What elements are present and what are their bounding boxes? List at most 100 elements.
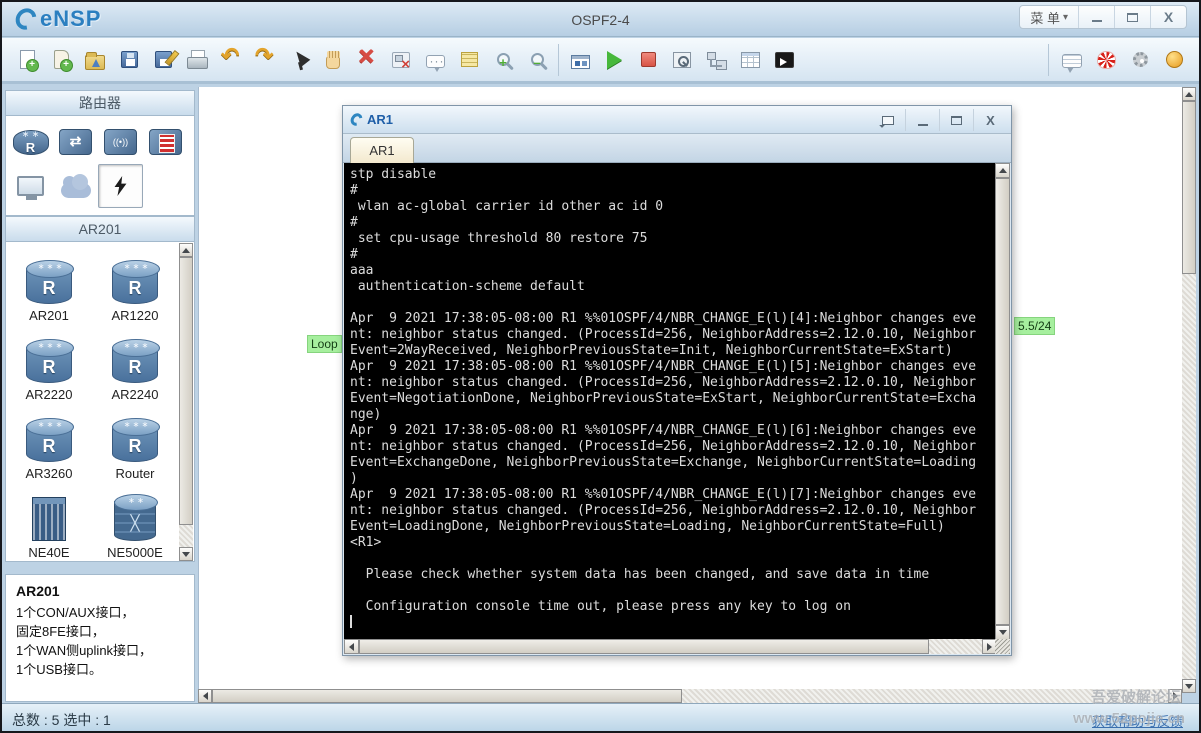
scroll-down-arrow[interactable] bbox=[1182, 679, 1196, 693]
stop-device-icon bbox=[640, 52, 656, 67]
menu-button[interactable]: 菜 单 ▾ bbox=[1020, 6, 1078, 28]
description-line: 1个CON/AUX接口， bbox=[16, 605, 135, 620]
console-line: nt: neighbor status changed. (ProcessId=… bbox=[350, 503, 977, 518]
security-icon bbox=[149, 129, 182, 155]
pan-hand-button[interactable] bbox=[316, 44, 350, 76]
console-line: <R1> bbox=[350, 535, 382, 550]
delete-link-button[interactable] bbox=[384, 44, 418, 76]
triangle-up-icon bbox=[1185, 91, 1193, 97]
text-note-button[interactable] bbox=[418, 44, 452, 76]
scroll-down-arrow[interactable] bbox=[995, 625, 1010, 640]
canvas-horizontal-scrollbar[interactable] bbox=[198, 689, 1182, 703]
category-switch-button[interactable] bbox=[53, 120, 98, 164]
device-label: AR201 bbox=[29, 308, 69, 323]
description-line: 固定8FE接口， bbox=[16, 624, 105, 639]
console-vertical-scrollbar[interactable] bbox=[995, 163, 1010, 640]
save-button[interactable] bbox=[112, 44, 146, 76]
close-button[interactable]: X bbox=[1150, 6, 1186, 28]
console-line: nt: neighbor status changed. (ProcessId=… bbox=[350, 439, 977, 454]
terminal-popout-button[interactable] bbox=[871, 109, 905, 131]
scroll-left-arrow[interactable] bbox=[344, 639, 359, 654]
scrollbar-thumb[interactable] bbox=[1182, 101, 1196, 274]
scrollbar-track bbox=[179, 525, 193, 547]
device-NE40E[interactable]: NE40E bbox=[6, 483, 92, 561]
packet-capture-button[interactable] bbox=[665, 44, 699, 76]
undo-button[interactable] bbox=[214, 43, 248, 76]
device-AR2220[interactable]: AR2220 bbox=[6, 325, 92, 404]
category-security-button[interactable] bbox=[143, 120, 188, 164]
console-line: stp disable bbox=[350, 167, 437, 182]
ensp-application-window: eNSP OSPF2-4 菜 单▾ X 路由器 AR201 bbox=[0, 0, 1201, 733]
terminal-close-button[interactable]: X bbox=[973, 109, 1007, 131]
terminal-minimize-button[interactable] bbox=[905, 109, 939, 131]
scrollbar-thumb[interactable] bbox=[995, 178, 1010, 625]
scrollbar-track bbox=[929, 639, 982, 654]
device-AR3260[interactable]: AR3260 bbox=[6, 404, 92, 483]
scroll-up-arrow[interactable] bbox=[1182, 87, 1196, 101]
scroll-right-arrow[interactable] bbox=[1168, 689, 1182, 703]
device-AR201[interactable]: AR201 bbox=[6, 246, 92, 325]
category-link-button[interactable] bbox=[98, 164, 143, 208]
cli-console-button[interactable] bbox=[767, 44, 801, 76]
scrollbar-thumb[interactable] bbox=[179, 257, 193, 525]
new-topology-button[interactable] bbox=[10, 44, 44, 76]
resize-grip[interactable] bbox=[995, 639, 1010, 654]
scroll-up-arrow[interactable] bbox=[179, 243, 193, 257]
print-button[interactable] bbox=[180, 44, 214, 76]
description-lines: 1个CON/AUX接口， 固定8FE接口， 1个WAN侧uplink接口， 1个USB… bbox=[16, 603, 184, 679]
zoom-in-button[interactable] bbox=[486, 44, 520, 76]
delete-button[interactable] bbox=[350, 41, 384, 76]
minimize-button[interactable] bbox=[1078, 6, 1114, 28]
new-test-paper-button[interactable] bbox=[44, 44, 78, 76]
device-list-scrollbar[interactable] bbox=[179, 243, 193, 561]
scroll-left-arrow[interactable] bbox=[198, 689, 212, 703]
category-terminal-button[interactable] bbox=[8, 164, 53, 208]
maximize-button[interactable] bbox=[1114, 6, 1150, 28]
router-device-icon bbox=[26, 339, 74, 383]
help-button[interactable] bbox=[1157, 44, 1191, 76]
device-NE5000E[interactable]: NE5000E bbox=[92, 483, 178, 561]
cloud-icon bbox=[60, 173, 91, 198]
canvas-vertical-scrollbar[interactable] bbox=[1182, 87, 1196, 693]
scroll-up-arrow[interactable] bbox=[995, 163, 1010, 178]
console-line: nge) bbox=[350, 407, 382, 422]
start-device-button[interactable] bbox=[597, 44, 631, 76]
select-pointer-button[interactable] bbox=[282, 44, 316, 76]
redo-icon bbox=[254, 43, 276, 71]
device-Router[interactable]: Router bbox=[92, 404, 178, 483]
redo-button[interactable] bbox=[248, 43, 282, 76]
terminal-maximize-button[interactable] bbox=[939, 109, 973, 131]
huawei-button[interactable] bbox=[1089, 44, 1123, 76]
settings-button[interactable] bbox=[1123, 44, 1157, 76]
forum-button[interactable] bbox=[1055, 44, 1089, 76]
console-output[interactable]: stp disable # wlan ac-global carrier id o… bbox=[344, 163, 997, 640]
device-AR1220[interactable]: AR1220 bbox=[92, 246, 178, 325]
console-horizontal-scrollbar[interactable] bbox=[344, 639, 997, 654]
description-box-button[interactable] bbox=[452, 44, 486, 76]
stop-device-button[interactable] bbox=[631, 44, 665, 76]
save-as-button[interactable] bbox=[146, 44, 180, 76]
category-router-button[interactable] bbox=[8, 120, 53, 164]
help-feedback-link[interactable]: 获取帮助与反馈 bbox=[1092, 711, 1183, 730]
category-wlan-button[interactable] bbox=[98, 120, 143, 164]
zoom-out-button[interactable] bbox=[520, 44, 554, 76]
scrollbar-thumb[interactable] bbox=[359, 639, 929, 654]
tab-ar1[interactable]: AR1 bbox=[350, 137, 414, 163]
device-AR2240[interactable]: AR2240 bbox=[92, 325, 178, 404]
console-line: Event=ExchangeDone, NeighborPreviousStat… bbox=[350, 455, 977, 470]
reset-zoom-button[interactable] bbox=[563, 44, 597, 76]
category-cloud-button[interactable] bbox=[53, 164, 98, 208]
terminal-titlebar[interactable]: AR1 X bbox=[343, 106, 1011, 134]
scrollbar-thumb[interactable] bbox=[212, 689, 682, 703]
scroll-down-arrow[interactable] bbox=[179, 547, 193, 561]
settings-icon bbox=[1132, 52, 1148, 67]
open-button[interactable] bbox=[78, 44, 112, 76]
console-line: Apr 9 2021 17:38:05-08:00 R1 %%01OSPF/4/… bbox=[350, 423, 977, 438]
terminal-title-text: AR1 bbox=[367, 112, 394, 127]
device-label: AR3260 bbox=[25, 466, 73, 481]
router-device-icon bbox=[112, 418, 160, 462]
address-table-button[interactable] bbox=[733, 44, 767, 76]
topology-data-button[interactable] bbox=[699, 44, 733, 76]
